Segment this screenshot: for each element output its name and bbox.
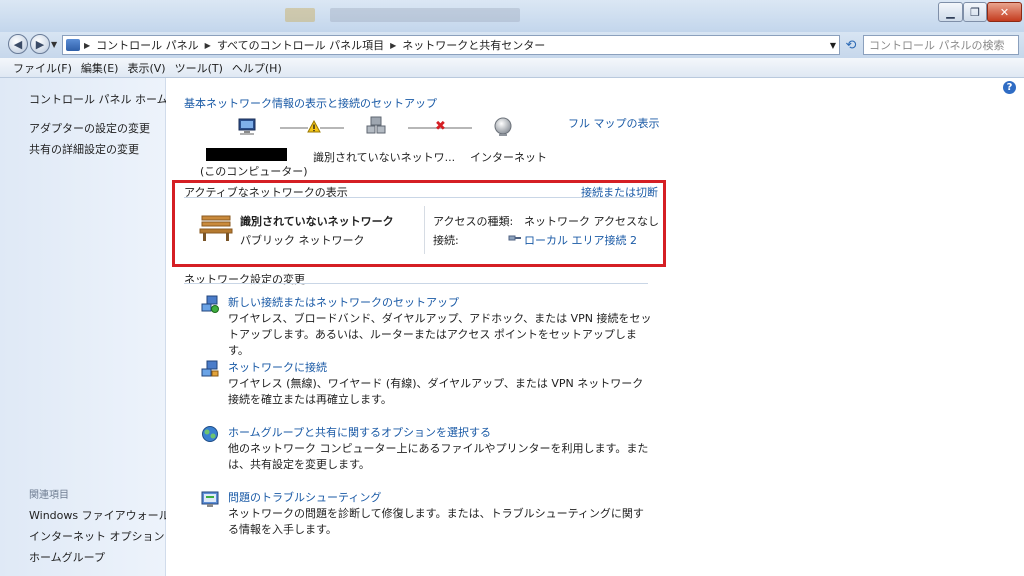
menu-file[interactable]: ファイル(F)	[13, 60, 72, 76]
full-map-link[interactable]: フル マップの表示	[568, 115, 660, 131]
breadcrumb-separator-icon[interactable]: ▶	[205, 41, 211, 50]
public-network-bench-icon[interactable]	[198, 214, 234, 242]
sidebar-item-control-panel-home[interactable]: コントロール パネル ホーム	[29, 91, 168, 107]
help-icon[interactable]: ?	[1003, 81, 1016, 94]
breadcrumb-separator-icon[interactable]: ▶	[84, 41, 90, 50]
task-connect-link[interactable]: ネットワークに接続	[228, 359, 327, 375]
breadcrumb-control-panel[interactable]: コントロール パネル	[96, 37, 199, 53]
menu-tools[interactable]: ツール(T)	[175, 60, 223, 76]
control-panel-icon	[66, 39, 80, 51]
back-button[interactable]: ◀	[8, 34, 28, 54]
sidebar-item-internet-options[interactable]: インターネット オプション	[29, 528, 165, 544]
search-input[interactable]: コントロール パネルの検索	[863, 35, 1019, 55]
computer-label: (このコンピューター)	[200, 165, 308, 178]
access-type-value: ネットワーク アクセスなし	[524, 215, 659, 228]
vertical-divider	[424, 206, 425, 254]
close-button[interactable]: ✕	[987, 2, 1022, 22]
breadcrumb-network-center[interactable]: ネットワークと共有センター	[402, 37, 545, 53]
lan-connection-icon	[508, 235, 521, 241]
warning-icon	[307, 120, 321, 133]
task-homegroup-desc: 他のネットワーク コンピューター上にあるファイルやプリンターを利用します。または…	[228, 442, 649, 471]
minimize-button[interactable]: ▁	[938, 2, 963, 22]
sidebar-item-homegroup[interactable]: ホームグループ	[29, 549, 105, 565]
internet-globe-icon	[494, 117, 512, 136]
disconnected-x-icon: ✖	[435, 119, 446, 134]
map-connection-line	[320, 127, 344, 129]
forward-arrow-icon: ▶	[35, 37, 45, 51]
address-bar[interactable]: ▶ コントロール パネル ▶ すべてのコントロール パネル項目 ▶ ネットワーク…	[62, 35, 840, 55]
menu-help[interactable]: ヘルプ(H)	[232, 60, 282, 76]
breadcrumb-separator-icon[interactable]: ▶	[390, 41, 396, 50]
history-dropdown-icon[interactable]: ▼	[51, 40, 57, 49]
refresh-button[interactable]: ⟲	[842, 35, 860, 55]
network-setup-icon	[201, 295, 219, 313]
redacted-computer-name	[206, 148, 287, 161]
computer-icon	[238, 118, 256, 135]
refresh-icon: ⟲	[845, 37, 857, 53]
related-caption: 関連項目	[29, 490, 69, 501]
active-network-type[interactable]: パブリック ネットワーク	[240, 232, 365, 248]
local-area-connection-link[interactable]: ローカル エリア接続 2	[524, 232, 637, 248]
homegroup-icon	[202, 426, 218, 442]
connection-label: 接続:	[433, 234, 459, 247]
task-troubleshoot-desc: ネットワークの問題を診断して修復します。または、トラブルシューティングに関する情…	[228, 507, 644, 536]
map-connection-line	[280, 127, 308, 129]
page-heading: 基本ネットワーク情報の表示と接続のセットアップ	[184, 97, 437, 110]
task-new-connection-link[interactable]: 新しい接続またはネットワークのセットアップ	[228, 294, 459, 310]
task-troubleshoot-link[interactable]: 問題のトラブルシューティング	[228, 489, 381, 505]
active-network-name: 識別されていないネットワーク	[240, 215, 394, 228]
section-divider	[184, 283, 648, 284]
connect-network-icon	[201, 360, 219, 377]
troubleshoot-icon	[201, 491, 219, 507]
back-arrow-icon: ◀	[13, 37, 23, 51]
task-new-connection-desc: ワイヤレス、ブロードバンド、ダイヤルアップ、アドホック、または VPN 接続をセ…	[228, 312, 652, 357]
taskbar-ghost	[285, 8, 315, 22]
menu-edit[interactable]: 編集(E)	[81, 60, 119, 76]
title-bar: ▁ ❐ ✕	[0, 0, 1024, 32]
maximize-button[interactable]: ❐	[963, 2, 987, 22]
access-type-label: アクセスの種類:	[433, 215, 514, 228]
change-settings-title: ネットワーク設定の変更	[184, 273, 305, 286]
address-row: ◀ ▶ ▼ ▶ コントロール パネル ▶ すべてのコントロール パネル項目 ▶ …	[0, 32, 1024, 58]
menu-view[interactable]: 表示(V)	[127, 60, 165, 76]
breadcrumb-all-items[interactable]: すべてのコントロール パネル項目	[217, 37, 384, 53]
internet-label: インターネット	[470, 151, 547, 164]
address-dropdown-icon[interactable]: ▼	[830, 41, 836, 50]
sidebar-item-advanced-sharing[interactable]: 共有の詳細設定の変更	[29, 141, 139, 157]
task-connect-desc: ワイヤレス (無線)、ワイヤード (有線)、ダイヤルアップ、または VPN ネッ…	[228, 377, 644, 406]
unidentified-network-icon	[366, 116, 386, 134]
sidebar: コントロール パネル ホーム アダプターの設定の変更 共有の詳細設定の変更 関連…	[0, 78, 170, 576]
forward-button[interactable]: ▶	[30, 34, 50, 54]
search-placeholder: コントロール パネルの検索	[869, 39, 1005, 52]
sidebar-item-firewall[interactable]: Windows ファイアウォール	[29, 507, 170, 523]
network-label: 識別されていないネットワ...	[313, 151, 456, 164]
taskbar-ghost	[330, 8, 520, 22]
menu-bar: ファイル(F) 編集(E) 表示(V) ツール(T) ヘルプ(H)	[0, 58, 1024, 78]
task-homegroup-link[interactable]: ホームグループと共有に関するオプションを選択する	[228, 424, 491, 440]
sidebar-item-adapter-settings[interactable]: アダプターの設定の変更	[29, 120, 150, 136]
